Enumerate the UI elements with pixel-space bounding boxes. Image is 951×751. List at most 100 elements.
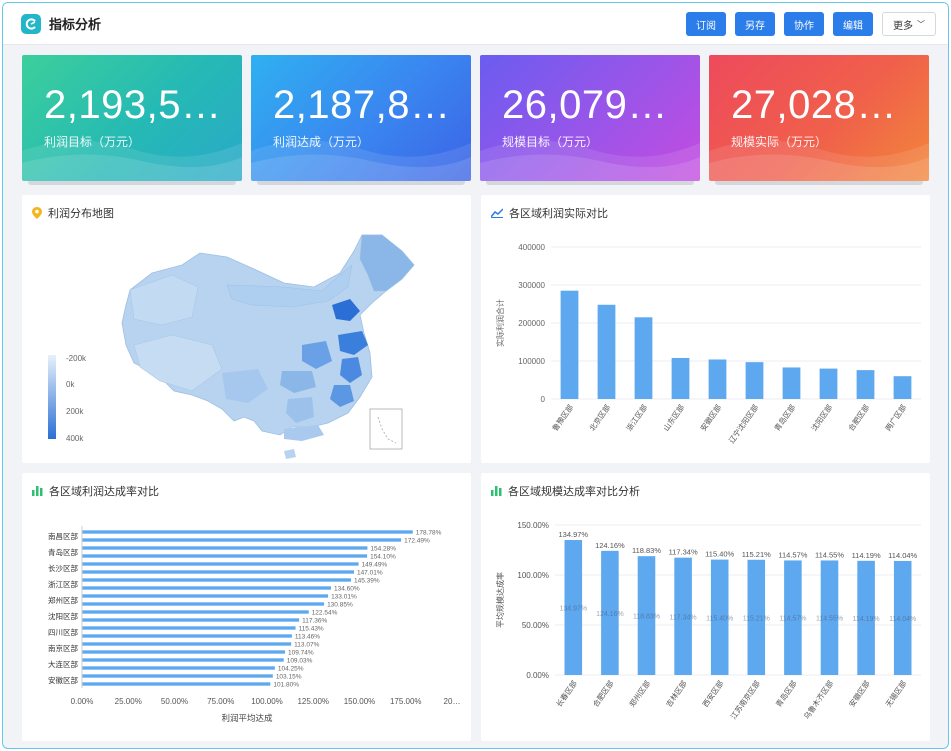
x-tick-label: 125.00%	[297, 697, 329, 706]
map-legend-label: 200k	[66, 407, 84, 416]
x-tick-label: 合肥区部	[846, 402, 872, 433]
bar	[82, 602, 325, 606]
data-label: 113.46%	[295, 634, 320, 641]
bar	[82, 570, 354, 574]
data-label: 118.83%	[632, 546, 661, 555]
more-dropdown[interactable]: 更多 ﹀	[882, 12, 936, 36]
kpi-card-scale-actual[interactable]: 27,028… 规模实际（万元）	[709, 55, 929, 185]
bar	[782, 367, 801, 399]
hbar-chart-profit-rate[interactable]: 178.78%172.49% 154.28%154.10%149.49%147.0…	[22, 473, 471, 741]
bar	[82, 554, 368, 558]
data-label: 117.36%	[302, 618, 327, 625]
data-label: 133.01%	[331, 594, 357, 601]
y-tick-label: 100000	[518, 357, 545, 366]
inner-data-label: 115.21%	[743, 615, 770, 622]
more-label: 更多	[893, 20, 913, 32]
map-legend-label: 0k	[66, 380, 75, 389]
x-tick-label: 20…	[444, 697, 461, 706]
bar	[82, 562, 359, 566]
bar	[82, 650, 286, 654]
dashboard-frame: 指标分析 订阅 另存 协作 编辑 更多 ﹀ 2,193,5… 利润目标（万元）	[2, 2, 949, 749]
page-title: 指标分析	[49, 17, 102, 32]
data-label: 103.15%	[276, 674, 302, 681]
x-tick-label: 浙江区部	[624, 402, 650, 433]
header-bar: 指标分析 订阅 另存 协作 编辑 更多 ﹀	[3, 3, 948, 45]
bar	[82, 666, 275, 670]
bar	[893, 376, 912, 399]
y-axis-label: 平均规模达成率	[495, 572, 505, 628]
bar	[634, 317, 653, 399]
kpi-value: 2,193,5…	[44, 83, 222, 127]
bar	[708, 359, 727, 399]
y-tick-label: 0	[541, 395, 546, 404]
x-tick-label: 0.00%	[71, 697, 94, 706]
x-tick-label: 50.00%	[161, 697, 188, 706]
kpi-card-profit-target[interactable]: 2,193,5… 利润目标（万元）	[22, 55, 242, 185]
data-label: 124.16%	[595, 541, 625, 550]
map-legend-label: -200k	[66, 354, 87, 363]
bar-chart-scale-rate[interactable]: 0.00% 50.00% 100.00% 150.00% 平均规模达成率 134.97% 1…	[481, 473, 930, 741]
x-tick-label: 两广区部	[883, 402, 909, 433]
kpi-label: 规模实际（万元）	[731, 135, 828, 149]
y-tick-label: 沈阳区部	[48, 611, 78, 621]
x-tick-label: 无锡区部	[883, 678, 909, 709]
x-tick-label: 乌鲁木齐区部	[801, 678, 835, 721]
inner-data-label: 114.55%	[816, 616, 843, 623]
y-tick-label: 郑州区部	[48, 595, 78, 605]
x-tick-label: 西安区部	[700, 678, 726, 709]
data-label: 114.04%	[888, 551, 917, 560]
bar	[82, 538, 402, 542]
data-label: 154.10%	[370, 554, 396, 561]
inner-data-label: 124.16%	[596, 611, 624, 618]
x-tick-label: 合肥区部	[590, 678, 616, 709]
bar-chart-profit[interactable]: 0 100000 200000 300000 400000 实际利润合计鲁豫区部 北京区部浙…	[481, 195, 930, 463]
wave-decoration	[251, 140, 471, 181]
x-tick-label: 郑州区部	[627, 678, 653, 709]
wave-decoration	[480, 140, 700, 181]
subscribe-button[interactable]: 订阅	[686, 12, 726, 36]
y-tick-label: 四川区部	[48, 627, 78, 637]
inner-data-label: 115.40%	[706, 615, 733, 622]
kpi-label: 利润达成（万元）	[273, 135, 370, 149]
data-label: 130.85%	[327, 602, 353, 609]
bar	[82, 658, 284, 662]
data-label: 109.74%	[288, 650, 314, 657]
data-label: 134.60%	[334, 586, 360, 593]
y-tick-label: 南京区部	[48, 643, 78, 653]
kpi-card-scale-target[interactable]: 26,079… 规模目标（万元）	[480, 55, 700, 185]
y-tick-label: 长沙区部	[48, 563, 78, 573]
data-label: 109.03%	[287, 658, 313, 665]
bar	[671, 357, 690, 399]
x-tick-label: 山东区部	[661, 402, 687, 433]
bar	[82, 674, 273, 678]
y-tick-label: 200000	[518, 319, 545, 328]
kpi-card-bg: 2,187,8… 利润达成（万元）	[251, 55, 471, 181]
y-tick-label: 150.00%	[517, 521, 549, 530]
y-tick-label: 100.00%	[517, 571, 549, 580]
bar	[82, 634, 292, 638]
y-tick-label: 浙江区部	[48, 579, 78, 589]
data-label: 114.19%	[852, 551, 881, 560]
bar	[82, 618, 300, 622]
data-label: 115.43%	[299, 626, 324, 633]
x-tick-label: 北京区部	[587, 402, 613, 433]
data-label: 113.07%	[294, 642, 319, 649]
map-legend-label: 400k	[66, 434, 84, 443]
y-tick-label: 大连区部	[48, 659, 78, 669]
map-legend-gradient	[48, 355, 56, 439]
x-tick-label: 75.00%	[207, 697, 234, 706]
kpi-card-profit-actual[interactable]: 2,187,8… 利润达成（万元）	[251, 55, 471, 185]
x-tick-label: 150.00%	[344, 697, 376, 706]
x-tick-label: 安徽区部	[846, 678, 872, 709]
bar	[82, 594, 329, 598]
save-as-button[interactable]: 另存	[735, 12, 775, 36]
bar	[82, 578, 351, 582]
y-tick-label: 300000	[518, 281, 545, 290]
x-tick-label: 25.00%	[115, 697, 142, 706]
edit-button[interactable]: 编辑	[833, 12, 873, 36]
collaborate-button[interactable]: 协作	[784, 12, 824, 36]
kpi-card-bg: 27,028… 规模实际（万元）	[709, 55, 929, 181]
bar	[82, 642, 292, 646]
inner-data-label: 134.97%	[559, 606, 587, 613]
china-map[interactable]: -200k 0k 200k 400k	[22, 195, 471, 463]
